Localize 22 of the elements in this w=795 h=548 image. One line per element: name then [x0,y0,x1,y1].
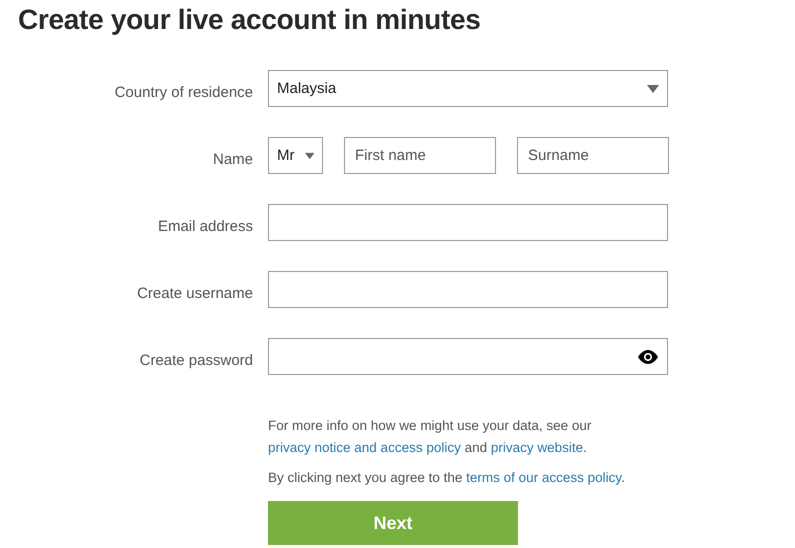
first-name-field[interactable]: First name [344,137,496,174]
eye-icon[interactable] [637,350,659,364]
notice-text: For more info on how we might use your data, see our privacy notice and access policy and privacy website. [268,417,592,457]
title-select[interactable]: Mr [268,137,323,174]
page-title: Create your live account in minutes [18,4,482,36]
notice-text: By clicking next you agree to the terms of our access policy. [268,469,626,487]
surname-field[interactable]: Surname [517,137,669,174]
caret-icon [647,84,659,92]
field-label: Email address [158,218,253,235]
caret-icon [304,152,314,160]
field-label: Create password [140,352,253,369]
input-field[interactable] [268,271,668,308]
policy-link[interactable]: privacy notice and access policy [268,440,461,455]
next-button[interactable]: Next [268,501,518,545]
country-select[interactable]: Malaysia [268,70,668,107]
field-label: Create username [137,285,253,302]
input-field[interactable] [268,204,668,241]
policy-link[interactable]: terms of our access policy [466,470,622,485]
field-label: Name [212,151,253,168]
policy-link[interactable]: privacy website [490,440,584,455]
field-label: Country of residence [114,84,253,101]
password-field[interactable] [268,338,668,375]
